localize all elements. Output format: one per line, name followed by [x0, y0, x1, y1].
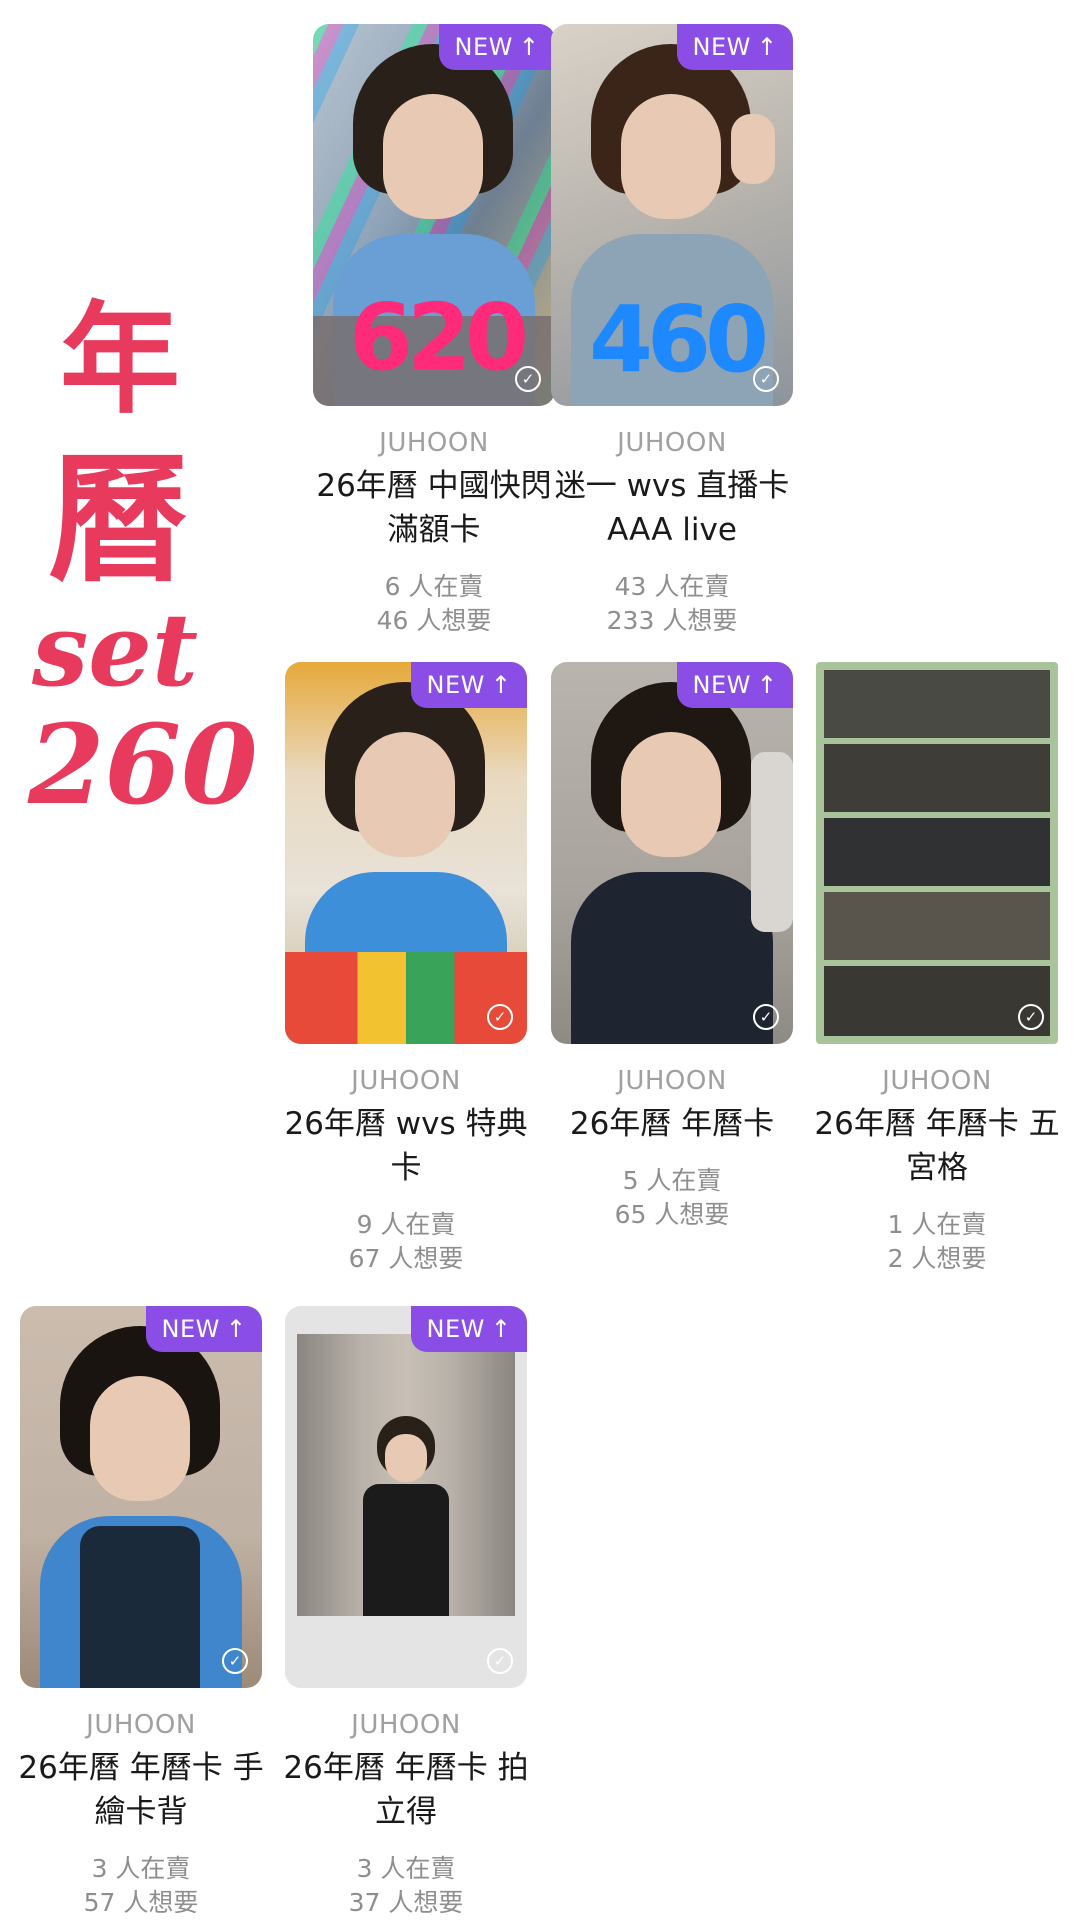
card-wanters: 46 人想要: [376, 606, 492, 635]
arrow-up-icon: ↑: [225, 1315, 247, 1343]
card-photo[interactable]: ✓: [816, 662, 1058, 1044]
handwritten-price: 620: [349, 284, 529, 391]
card-wanters: 233 人想要: [606, 606, 738, 635]
card-title[interactable]: 26年曆 中國快閃 滿額卡: [301, 464, 567, 552]
card-wanters: 67 人想要: [348, 1244, 464, 1273]
card-title[interactable]: 26年曆 年曆卡 手繪卡背: [8, 1746, 274, 1834]
card-group: JUHOON: [617, 428, 727, 458]
side-note-line3: set: [32, 591, 199, 709]
card-sellers: 9 人在賣: [356, 1210, 456, 1239]
card-group: JUHOON: [379, 428, 489, 458]
card-wanters: 65 人想要: [614, 1200, 730, 1229]
new-badge: NEW ↑: [677, 662, 793, 708]
card-photo[interactable]: NEW ↑ ✓: [551, 662, 793, 1044]
new-badge: NEW ↑: [677, 24, 793, 70]
card-sellers: 5 人在賣: [622, 1166, 722, 1195]
side-note-line2: 曆: [48, 438, 189, 602]
arrow-up-icon: ↑: [490, 1315, 512, 1343]
check-circle-icon[interactable]: ✓: [222, 1648, 248, 1674]
check-circle-icon[interactable]: ✓: [487, 1004, 513, 1030]
card-sellers: 43 人在賣: [614, 572, 730, 601]
check-circle-icon[interactable]: ✓: [1018, 1004, 1044, 1030]
card-title[interactable]: 26年曆 年曆卡 五宮格: [804, 1102, 1070, 1190]
card-group: JUHOON: [351, 1066, 461, 1096]
card-group: JUHOON: [882, 1066, 992, 1096]
card-photo[interactable]: 460 NEW ↑ ✓: [551, 24, 793, 406]
check-circle-icon[interactable]: ✓: [753, 1004, 779, 1030]
arrow-up-icon: ↑: [490, 671, 512, 699]
card-group: JUHOON: [86, 1710, 196, 1740]
check-circle-icon[interactable]: ✓: [515, 366, 541, 392]
new-badge: NEW ↑: [146, 1306, 262, 1352]
check-circle-icon[interactable]: ✓: [753, 366, 779, 392]
side-note-line1: 年: [60, 289, 180, 430]
new-badge: NEW ↑: [411, 1306, 527, 1352]
check-circle-icon[interactable]: ✓: [487, 1648, 513, 1674]
card-wanters: 2 人想要: [887, 1244, 987, 1273]
card-sellers: 1 人在賣: [887, 1210, 987, 1239]
arrow-up-icon: ↑: [518, 33, 540, 61]
handwritten-price: 460: [589, 286, 769, 393]
new-badge: NEW ↑: [411, 662, 527, 708]
card-group: JUHOON: [617, 1066, 727, 1096]
arrow-up-icon: ↑: [756, 671, 778, 699]
card-sellers: 6 人在賣: [384, 572, 484, 601]
card-photo[interactable]: NEW ↑ ✓: [285, 662, 527, 1044]
card-group: JUHOON: [351, 1710, 461, 1740]
card-photo[interactable]: NEW ↑ ✓: [20, 1306, 262, 1688]
card-photo[interactable]: NEW ↑ ✓: [285, 1306, 527, 1688]
card-sellers: 3 人在賣: [356, 1854, 456, 1883]
card-wanters: 57 人想要: [83, 1888, 199, 1917]
card-title[interactable]: 迷一 wvs 直播卡 AAA live: [539, 464, 805, 552]
card-wanters: 37 人想要: [348, 1888, 464, 1917]
card-title[interactable]: 26年曆 wvs 特典卡: [273, 1102, 539, 1190]
card-sellers: 3 人在賣: [91, 1854, 191, 1883]
card-title[interactable]: 26年曆 年曆卡 拍立得: [273, 1746, 539, 1834]
card-title[interactable]: 26年曆 年曆卡: [539, 1102, 805, 1146]
card-photo[interactable]: 620 NEW ↑ ✓: [313, 24, 555, 406]
new-badge: NEW ↑: [439, 24, 555, 70]
side-note-line4: 260: [28, 700, 258, 829]
arrow-up-icon: ↑: [756, 33, 778, 61]
